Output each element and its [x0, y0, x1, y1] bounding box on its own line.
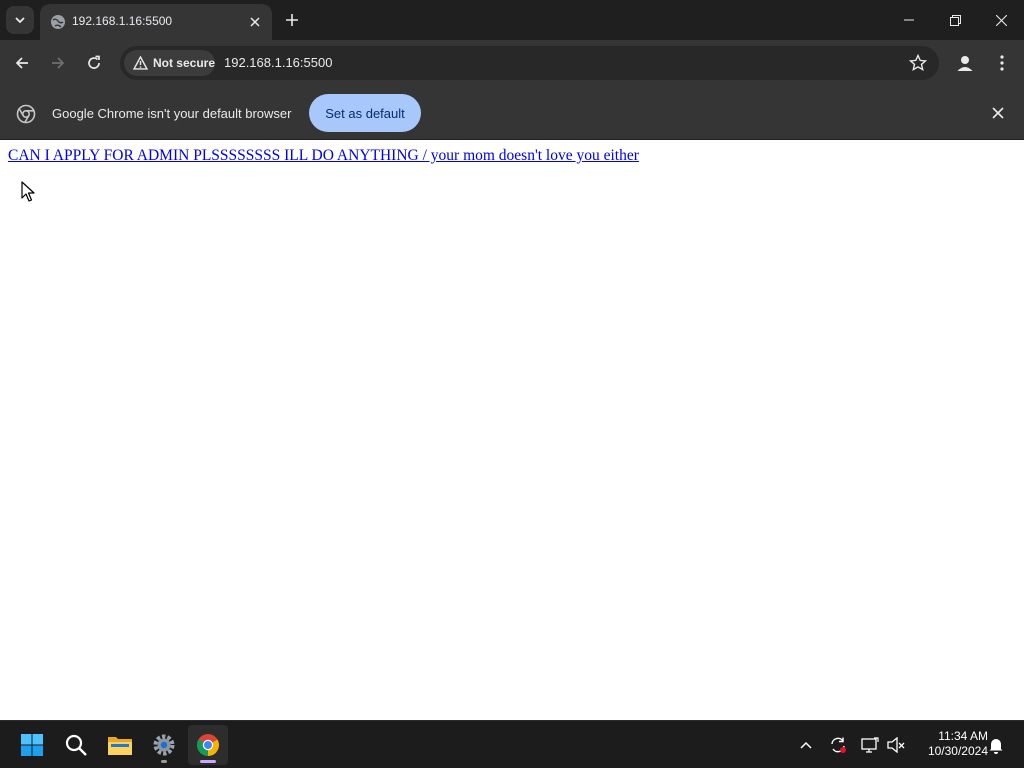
sync-tray-button[interactable]	[828, 735, 848, 755]
clock-time: 11:34 AM	[938, 729, 988, 743]
close-icon[interactable]	[990, 105, 1006, 121]
browser-tab[interactable]: 192.168.1.16:5500	[40, 4, 272, 40]
new-tab-button[interactable]	[280, 8, 304, 32]
speaker-muted-icon	[887, 737, 905, 753]
profile-icon	[957, 56, 973, 71]
restore-button[interactable]	[932, 0, 978, 40]
running-indicator	[161, 760, 167, 763]
display-tray-button[interactable]	[860, 735, 880, 755]
notifications-button[interactable]	[986, 735, 1006, 755]
start-icon	[21, 734, 43, 756]
address-bar[interactable]: Not secure 192.168.1.16:5500	[120, 46, 939, 80]
profile-button[interactable]	[951, 49, 979, 77]
volume-tray-button[interactable]	[886, 735, 906, 755]
bell-icon	[989, 738, 1003, 754]
page-link[interactable]: CAN I APPLY FOR ADMIN PLSSSSSSSS ILL DO …	[8, 147, 639, 165]
site-info-chip[interactable]: Not secure	[124, 50, 215, 76]
security-label: Not secure	[152, 56, 215, 70]
plus-icon	[286, 14, 298, 26]
close-icon	[995, 14, 1007, 26]
infobar-message: Google Chrome isn't your default browser	[52, 106, 292, 121]
active-indicator	[200, 760, 216, 763]
arrow-left-icon	[15, 57, 28, 69]
tab-strip: 192.168.1.16:5500	[0, 0, 1024, 40]
search-button[interactable]	[56, 725, 96, 765]
arrow-right-icon	[52, 57, 65, 69]
menu-button[interactable]	[988, 49, 1016, 77]
chrome-taskbar-button[interactable]	[188, 725, 228, 765]
tab-search-button[interactable]	[6, 6, 34, 34]
chevron-down-icon	[15, 17, 25, 24]
chevron-up-icon	[800, 741, 812, 749]
minimize-button[interactable]	[886, 0, 932, 40]
mouse-pointer-icon	[21, 181, 35, 202]
warning-icon	[133, 56, 148, 70]
url-text[interactable]: 192.168.1.16:5500	[224, 55, 332, 70]
chrome-icon	[197, 734, 219, 756]
windows-taskbar: 11:34 AM 10/30/2024	[0, 720, 1024, 768]
clock-date: 10/30/2024	[927, 744, 988, 758]
settings-button[interactable]	[144, 725, 184, 765]
sync-icon	[831, 737, 846, 753]
page-content: CAN I APPLY FOR ADMIN PLSSSSSSSS ILL DO …	[0, 141, 1024, 720]
close-window-button[interactable]	[978, 0, 1024, 40]
set-as-default-button[interactable]: Set as default	[309, 94, 421, 132]
restore-icon	[949, 14, 961, 26]
settings-icon	[153, 734, 175, 756]
chrome-outline-icon	[16, 104, 36, 124]
tab-close-button[interactable]	[246, 13, 264, 31]
bookmark-star-icon[interactable]	[909, 54, 927, 72]
minimize-icon	[904, 19, 914, 21]
file-explorer-button[interactable]	[100, 725, 140, 765]
start-button[interactable]	[12, 725, 52, 765]
tab-title: 192.168.1.16:5500	[72, 14, 173, 28]
reload-button[interactable]	[80, 49, 108, 77]
display-icon	[861, 737, 879, 753]
show-hidden-icons-button[interactable]	[796, 735, 816, 755]
reload-icon	[88, 55, 100, 69]
close-icon	[250, 17, 260, 27]
default-browser-infobar: Google Chrome isn't your default browser…	[0, 86, 1024, 140]
back-button[interactable]	[8, 49, 36, 77]
file-explorer-icon	[108, 737, 132, 755]
more-vertical-icon	[1000, 55, 1004, 71]
search-icon	[65, 734, 87, 756]
forward-button[interactable]	[44, 49, 72, 77]
globe-icon	[51, 15, 65, 29]
clock[interactable]: 11:34 AM 10/30/2024	[912, 729, 988, 759]
browser-toolbar: Not secure 192.168.1.16:5500	[0, 40, 1024, 86]
